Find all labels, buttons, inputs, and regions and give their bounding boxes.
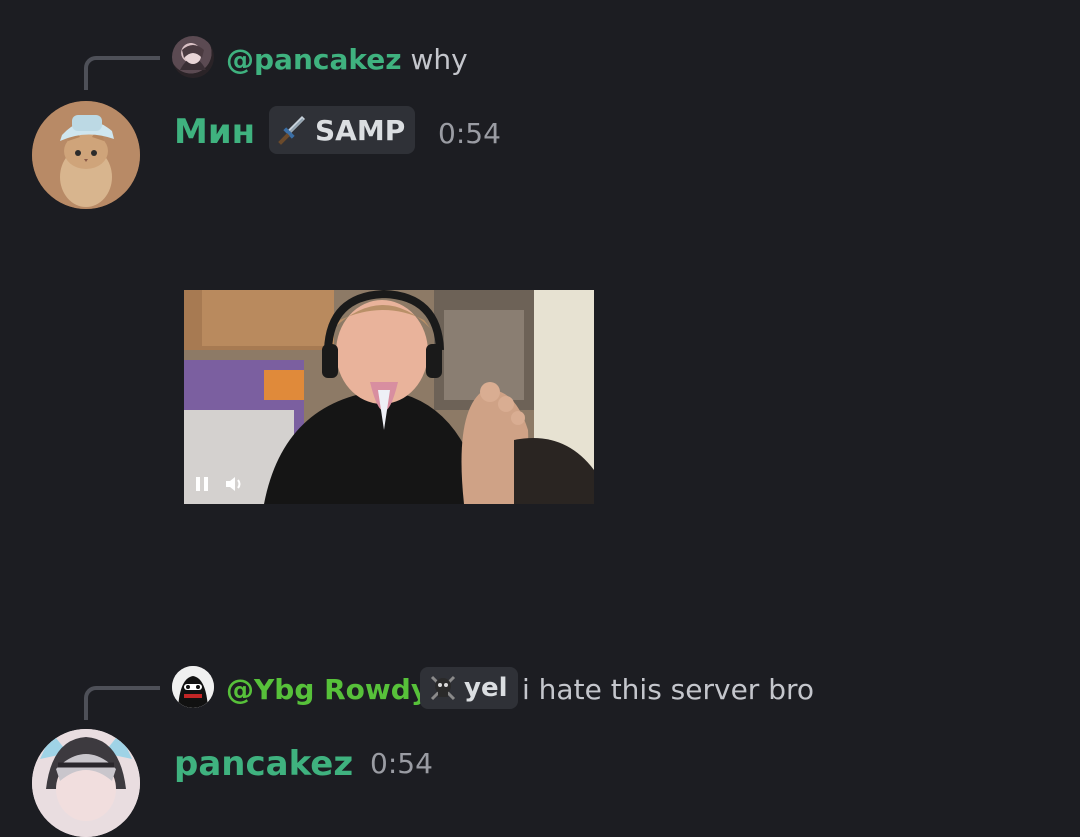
reply-text: why (410, 43, 468, 76)
reply-preview[interactable]: @pancakez why (226, 40, 468, 80)
skull-icon (428, 673, 458, 703)
avatar[interactable] (32, 729, 140, 837)
volume-icon[interactable] (224, 475, 246, 497)
username[interactable]: pancakez (174, 740, 353, 788)
username[interactable]: Мин (174, 108, 255, 156)
reply-avatar[interactable] (172, 36, 214, 78)
pause-icon[interactable] (194, 475, 210, 497)
video-controls (184, 468, 594, 504)
reply-mention[interactable]: @pancakez (226, 43, 402, 76)
video-attachment[interactable] (184, 290, 594, 504)
reply-avatar[interactable] (172, 666, 214, 708)
reply-connector (84, 56, 160, 90)
role-tag-label: SAMP (315, 113, 406, 147)
reply-connector (84, 686, 160, 720)
sword-icon (277, 114, 309, 146)
role-tag-label: yel (464, 673, 508, 703)
role-tag[interactable]: SAMP (269, 106, 416, 154)
avatar[interactable] (32, 101, 140, 209)
role-tag[interactable]: yel (420, 667, 518, 709)
reply-mention[interactable]: @Ybg Rowdy (226, 673, 429, 706)
reply-preview[interactable]: @Ybg Rowdy (226, 670, 429, 710)
timestamp: 0:54 (438, 117, 501, 150)
reply-text: i hate this server bro (522, 673, 815, 706)
timestamp: 0:54 (370, 747, 433, 780)
